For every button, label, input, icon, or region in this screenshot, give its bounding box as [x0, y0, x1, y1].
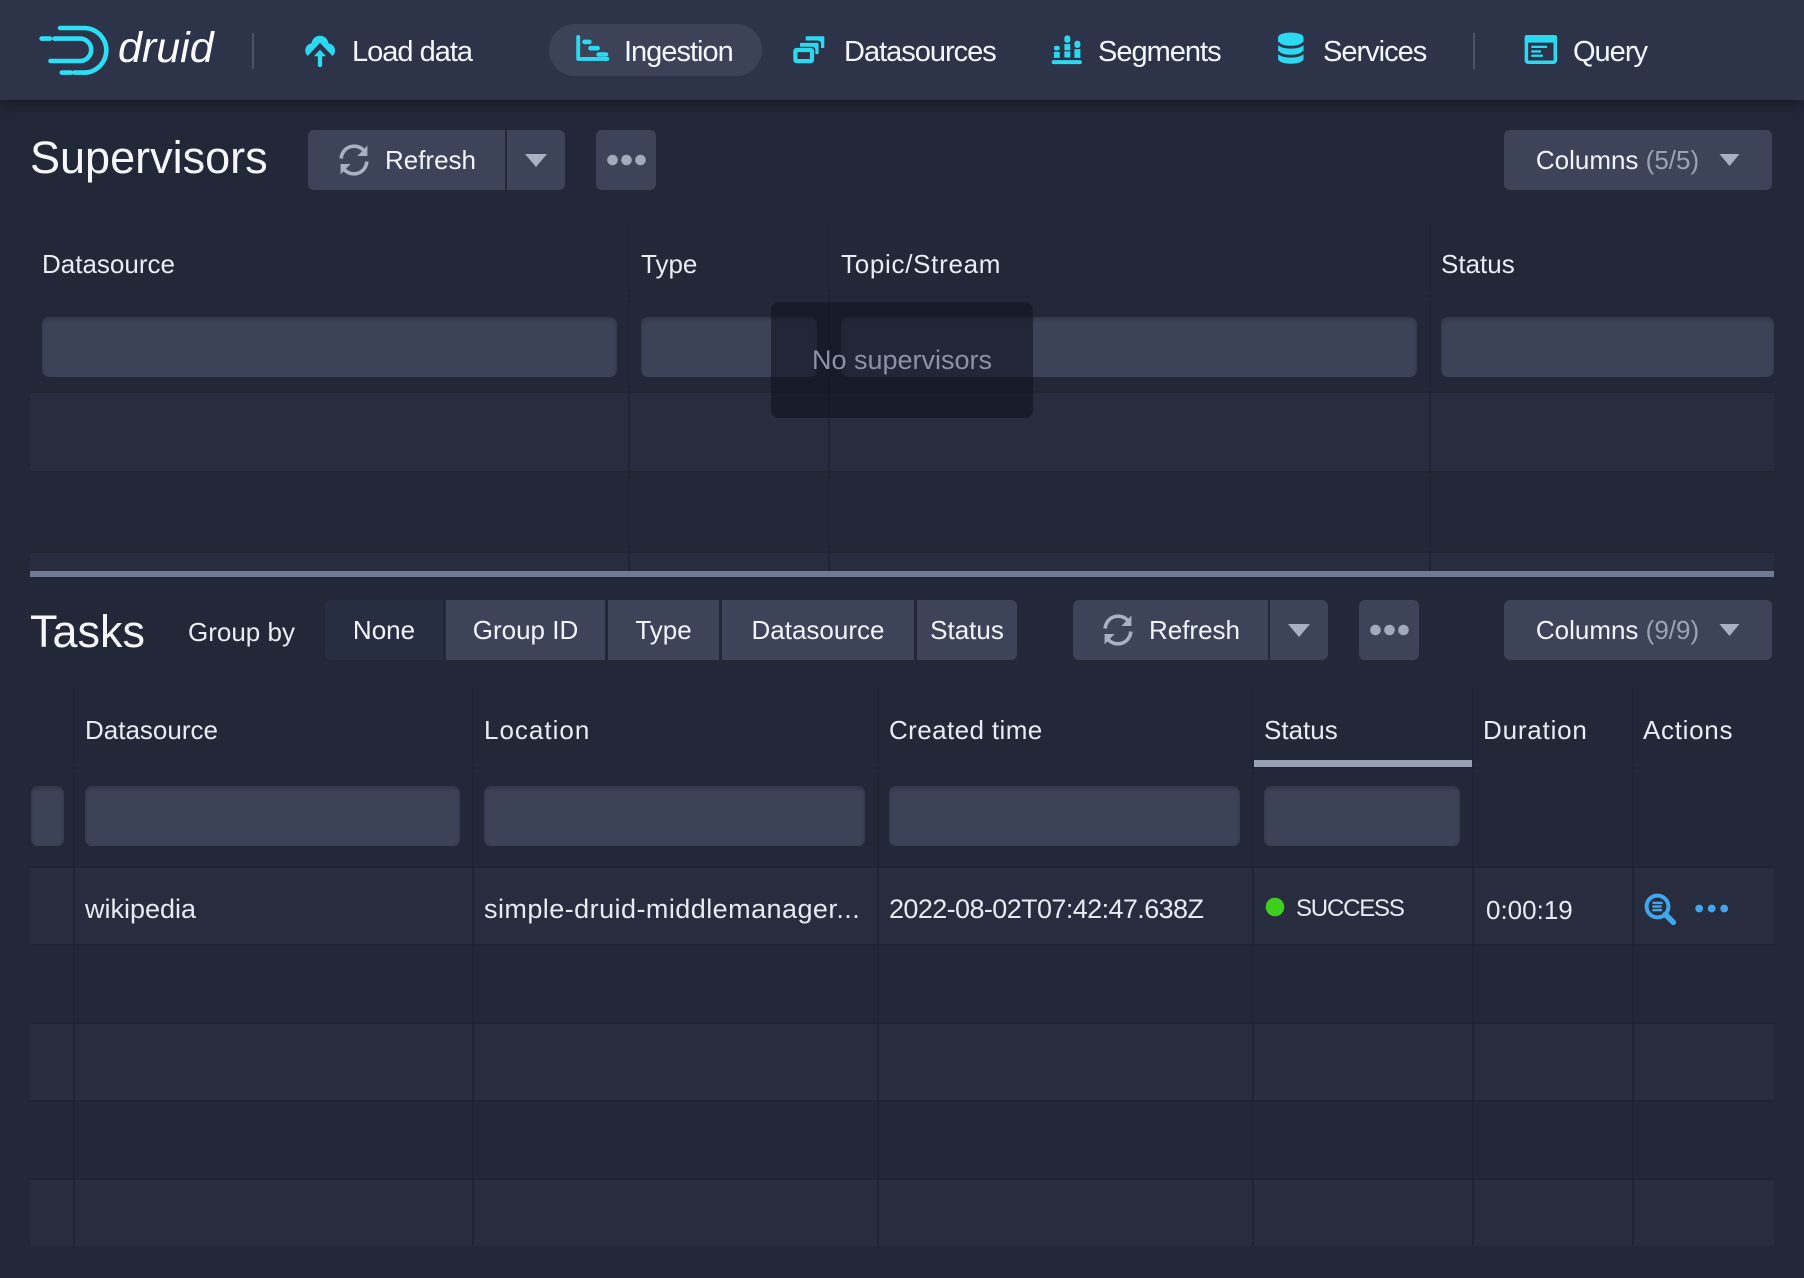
svg-text:druid: druid	[118, 24, 216, 72]
